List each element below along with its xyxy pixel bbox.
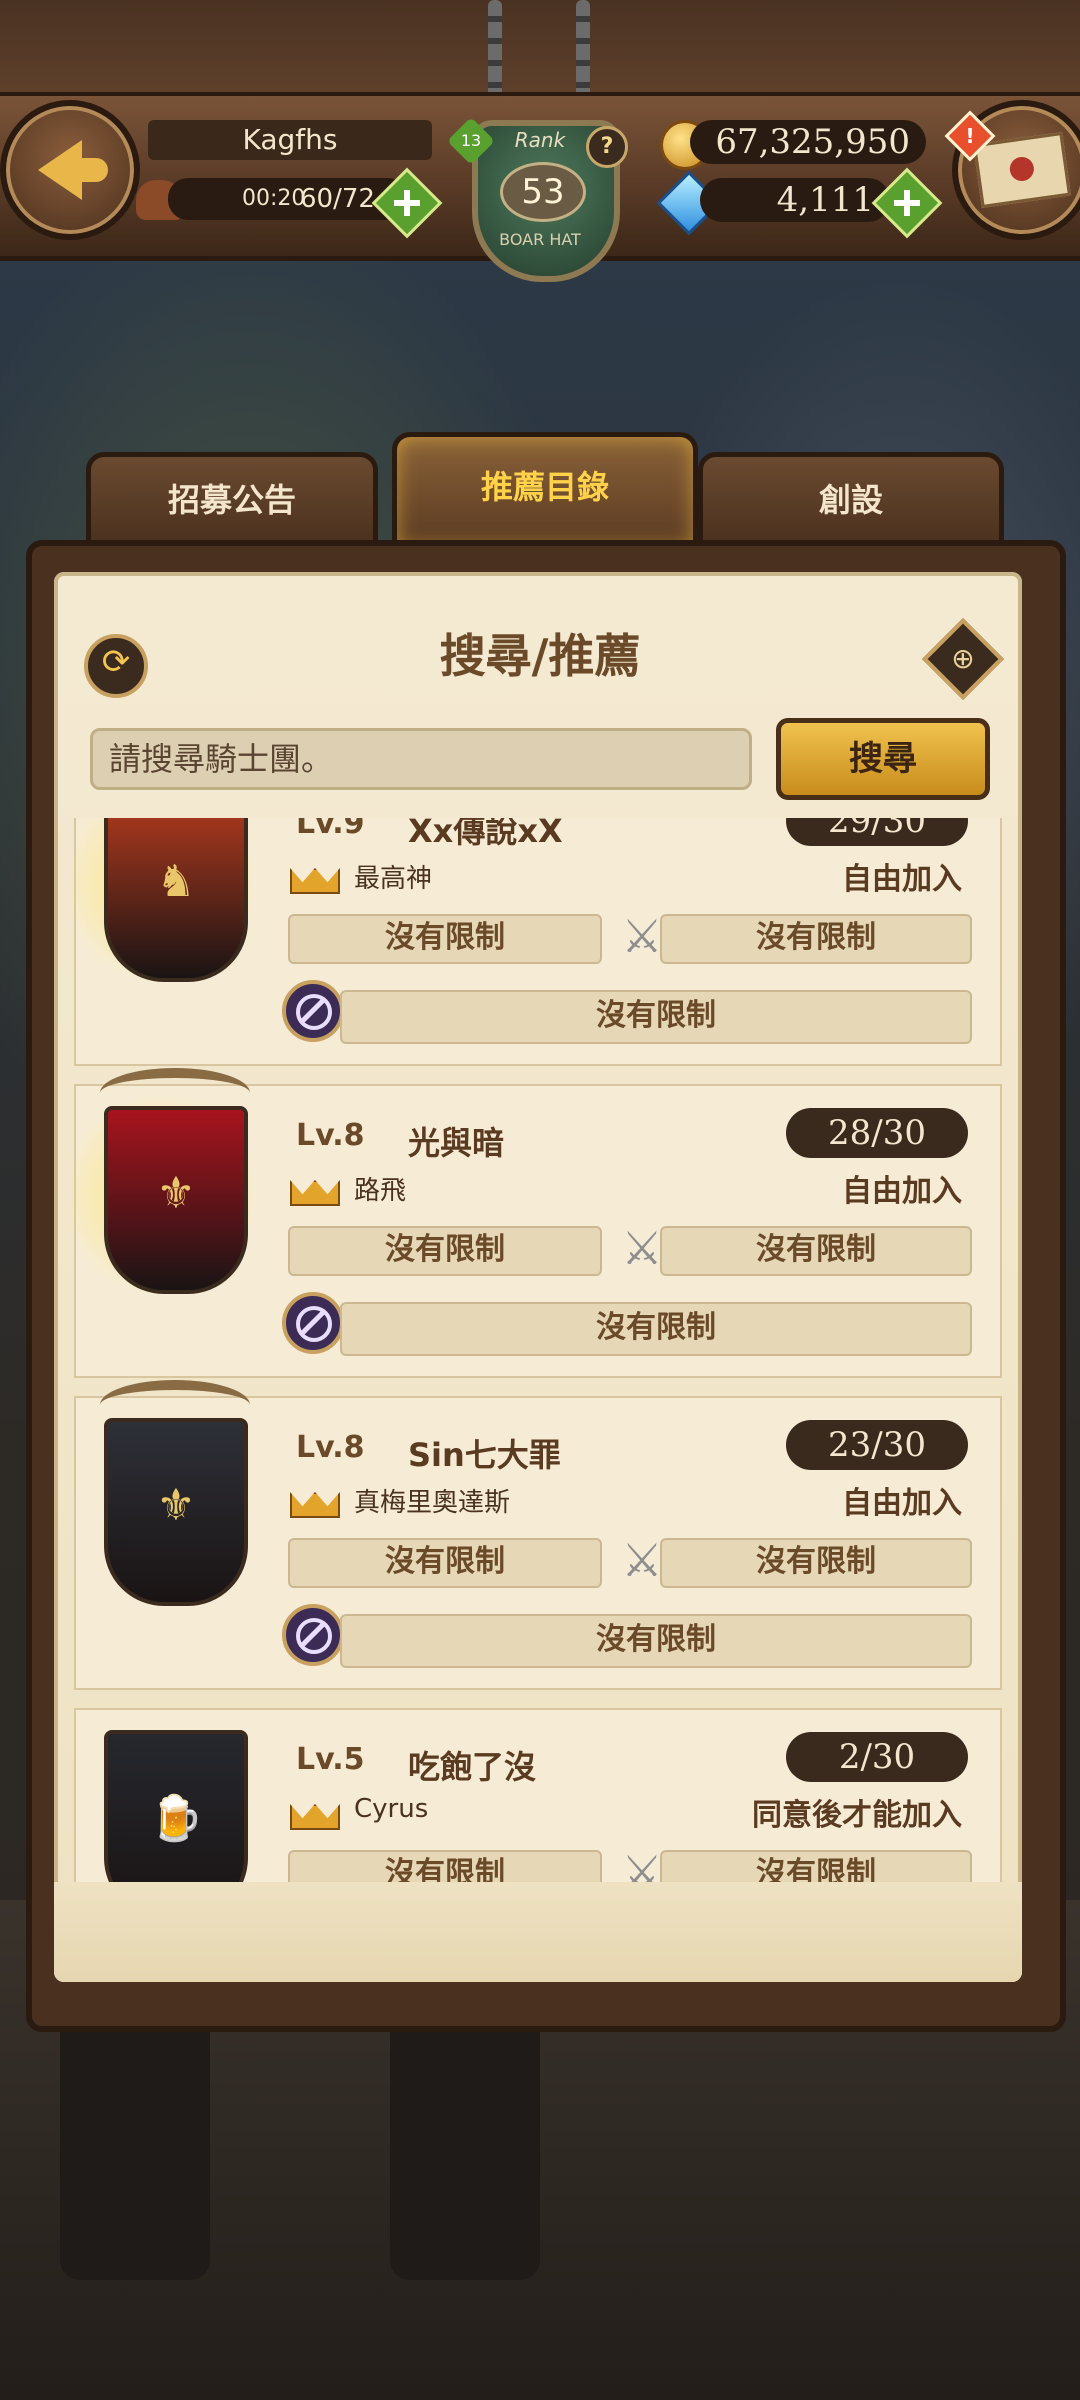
- rank-value: 53: [500, 162, 586, 222]
- power-requirement: 沒有限制: [660, 1226, 972, 1276]
- rank-badge[interactable]: Rank 53 BOAR HAT 13 ?: [440, 112, 640, 282]
- character-leg-left: [60, 2000, 210, 2280]
- tab-recommend-list[interactable]: 推薦目錄: [392, 432, 698, 552]
- globe-glyph: ⊕: [951, 642, 975, 675]
- character-leg-right: [390, 2000, 540, 2280]
- guild-leader: 真梅里奧達斯: [354, 1488, 511, 1518]
- rank-title: BOAR HAT: [499, 230, 581, 249]
- crown-icon: [290, 858, 336, 890]
- guild-members: 2/30: [786, 1732, 968, 1782]
- level-requirement: 沒有限制: [288, 1538, 602, 1588]
- power-requirement: 沒有限制: [660, 1538, 972, 1588]
- back-arrow-icon: [38, 140, 108, 200]
- level-requirement: 沒有限制: [288, 914, 602, 964]
- guild-name: Xx傳說xX: [408, 818, 563, 850]
- tab-recruit-notice[interactable]: 招募公告: [86, 452, 378, 552]
- join-type: 自由加入: [842, 1174, 962, 1209]
- guild-level: Lv.9: [296, 818, 365, 841]
- rank-level: 13: [460, 131, 482, 150]
- crown-icon: [290, 1170, 336, 1202]
- guild-row[interactable]: ♞ Lv.9 Xx傳說xX 29/30 最高神 自由加入 沒有限制 ⚔ 沒有限制…: [74, 818, 1002, 1066]
- guild-members: 28/30: [786, 1108, 968, 1158]
- hud-roof: [0, 0, 1080, 92]
- guild-banner-icon: 🍺: [104, 1730, 248, 1882]
- help-icon[interactable]: ?: [586, 126, 628, 168]
- search-button[interactable]: 搜尋: [776, 718, 990, 800]
- guild-row[interactable]: 🍺 Lv.5 吃飽了沒 2/30 Cyrus 同意後才能加入 沒有限制 ⚔ 沒有…: [74, 1708, 1002, 1882]
- guild-level: Lv.5: [296, 1742, 365, 1777]
- no-restriction-icon: [282, 980, 344, 1042]
- other-requirement: 沒有限制: [340, 1614, 972, 1668]
- gem-amount: 4,111: [700, 178, 890, 222]
- guild-members: 29/30: [786, 818, 968, 846]
- guild-leader: Cyrus: [354, 1794, 429, 1824]
- alert-mark: !: [965, 124, 975, 148]
- panel-title: 搜尋/推薦: [439, 629, 641, 683]
- rank-level-badge: 13: [446, 116, 496, 166]
- guild-level: Lv.8: [296, 1430, 365, 1465]
- guild-search-input[interactable]: 請搜尋騎士團。: [90, 728, 752, 790]
- guild-list[interactable]: ♞ Lv.9 Xx傳說xX 29/30 最高神 自由加入 沒有限制 ⚔ 沒有限制…: [74, 818, 1002, 1882]
- guild-banner-icon: ⚜: [104, 1418, 248, 1606]
- crown-icon: [290, 1794, 336, 1826]
- guild-members: 23/30: [786, 1420, 968, 1470]
- crown-icon: [290, 1482, 336, 1514]
- join-type: 自由加入: [842, 862, 962, 897]
- player-name: Kagfhs: [148, 120, 432, 160]
- guild-name: 吃飽了沒: [408, 1748, 537, 1786]
- guild-row[interactable]: ⚜ Lv.8 Sin七大罪 23/30 真梅里奧達斯 自由加入 沒有限制 ⚔ 沒…: [74, 1380, 1002, 1690]
- guild-level: Lv.8: [296, 1118, 365, 1153]
- back-button[interactable]: [0, 100, 140, 240]
- join-type: 自由加入: [842, 1486, 962, 1521]
- level-requirement: 沒有限制: [288, 1850, 602, 1882]
- stamina-plate: 00:20 60/72: [168, 178, 408, 220]
- join-type: 同意後才能加入: [752, 1798, 962, 1833]
- guild-name: Sin七大罪: [408, 1436, 561, 1474]
- panel-paper-bottom: [54, 1882, 1022, 1982]
- stamina-timer: 00:20: [242, 186, 306, 211]
- no-restriction-icon: [282, 1292, 344, 1354]
- power-requirement: 沒有限制: [660, 1850, 972, 1882]
- banner-emblem-icon: 🍺: [148, 1793, 204, 1844]
- power-requirement: 沒有限制: [660, 914, 972, 964]
- gold-amount: 67,325,950: [690, 120, 926, 164]
- banner-emblem-icon: ⚜: [156, 1480, 196, 1531]
- stamina-count: 60/72: [300, 184, 375, 214]
- guild-banner-icon: ⚜: [104, 1106, 248, 1294]
- tab-create[interactable]: 創設: [698, 452, 1004, 552]
- other-requirement: 沒有限制: [340, 990, 972, 1044]
- guild-name: 光與暗: [408, 1124, 505, 1162]
- banner-emblem-icon: ♞: [156, 856, 196, 907]
- level-requirement: 沒有限制: [288, 1226, 602, 1276]
- guild-row[interactable]: ⚜ Lv.8 光與暗 28/30 路飛 自由加入 沒有限制 ⚔ 沒有限制 沒有限…: [74, 1068, 1002, 1378]
- guild-banner-icon: ♞: [104, 818, 248, 982]
- other-requirement: 沒有限制: [340, 1302, 972, 1356]
- guild-leader: 最高神: [354, 864, 433, 894]
- banner-emblem-icon: ⚜: [156, 1168, 196, 1219]
- no-restriction-icon: [282, 1604, 344, 1666]
- guild-leader: 路飛: [354, 1176, 407, 1206]
